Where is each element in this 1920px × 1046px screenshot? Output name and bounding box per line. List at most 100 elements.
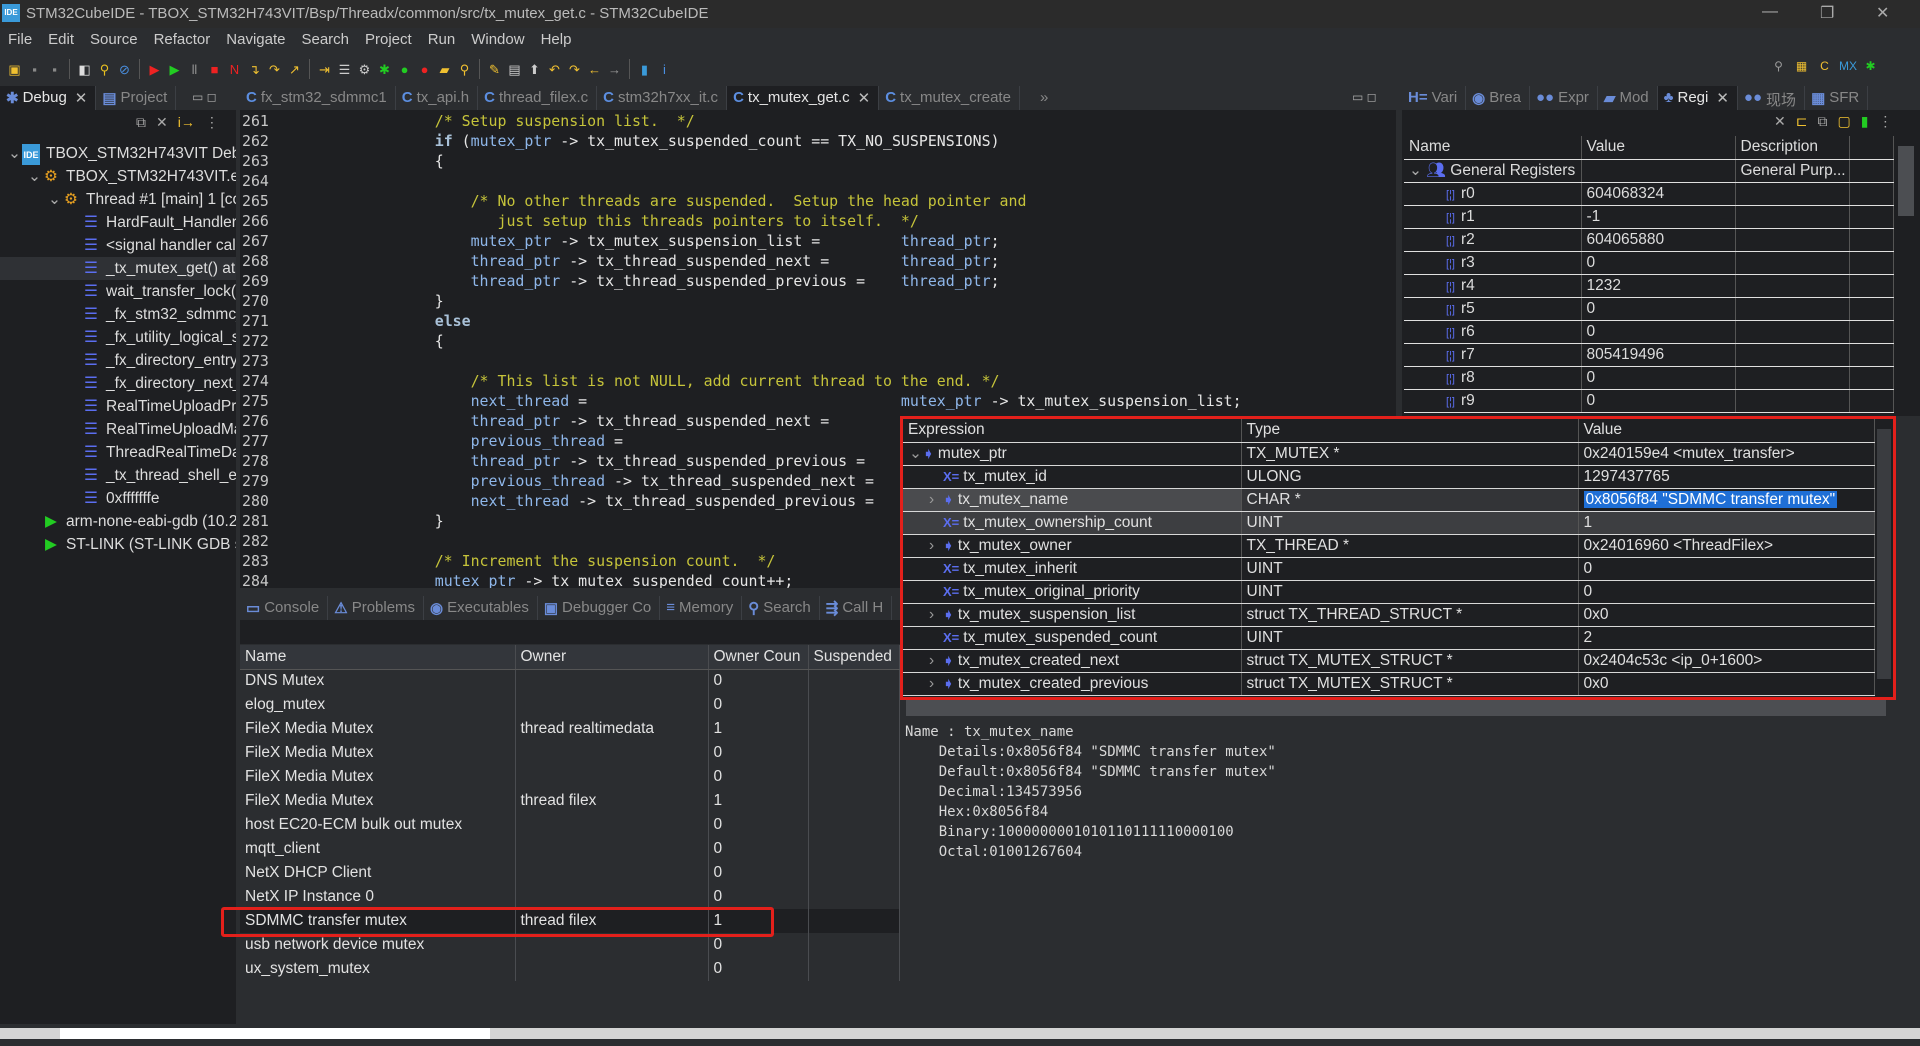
build-icon[interactable]: ◧ [76,61,93,78]
mutex-row[interactable]: usb network device mutex 0 [240,933,900,957]
run-icon[interactable]: ● [396,61,413,78]
memory-icon[interactable]: ☰ [336,61,353,78]
debug-tree-item[interactable]: ☰ RealTimeUploadProcess() [0,395,236,418]
more-tabs-button[interactable]: » [1020,86,1056,110]
mutex-row[interactable]: mqtt_client 0 [240,837,900,861]
expression-row[interactable]: X= tx_mutex_inherit UINT 0 [903,557,1875,581]
disconnect-icon[interactable]: N [226,61,243,78]
register-row[interactable]: [¦] r2 604065880 [1404,228,1894,252]
menu-file[interactable]: File [0,28,40,54]
register-row[interactable]: [¦] r1 -1 [1404,205,1894,229]
column-header-expression[interactable]: Expression [903,419,1242,443]
expression-row[interactable]: X= tx_mutex_ownership_count UINT 1 [903,511,1875,535]
debug-tree-item[interactable]: ☰ wait_transfer_lock() [0,280,236,303]
debug-tree-item[interactable]: ⌄⚙ Thread #1 [main] 1 [core: 0] (Suspende… [0,188,236,211]
debug-tree-item[interactable]: ☰ _tx_mutex_get() at tx_mutex_get.c [0,257,236,280]
debug-tree-item[interactable]: ⌄IDE TBOX_STM32H743VIT Debug [0,142,236,165]
debug-tree-item[interactable]: ☰ <signal handler called>() at 0xffffffe9 [0,234,236,257]
mutex-row[interactable]: NetX IP Instance 0 0 [240,885,900,909]
column-header-name[interactable]: Name [1404,136,1582,160]
back-icon[interactable]: ← [586,61,603,78]
suspend-icon[interactable]: Ⅱ [186,61,203,78]
tab-regi[interactable]: ♣ Regi ✕ [1657,86,1738,110]
expand-chevron-icon[interactable]: › [929,652,943,670]
menu-help[interactable]: Help [533,28,580,54]
expression-value-cell[interactable]: 0x24016960 <ThreadFilex> [1578,534,1875,558]
expression-row[interactable]: X= tx_mutex_suspended_count UINT 2 [903,626,1875,650]
column-header-owner[interactable]: Owner [515,645,709,670]
annotation-icon[interactable]: ▤ [506,61,523,78]
tab-tx-mutex-create[interactable]: Ctx_mutex_create [879,86,1020,110]
settings-icon[interactable]: ⚙ [356,61,373,78]
pin-icon[interactable]: ▮ [1861,113,1869,130]
view-menu-icon[interactable]: ⋮ [205,114,219,131]
tab-debugger-co[interactable]: ▣ Debugger Co [538,596,661,620]
tab-brea[interactable]: ◉ Brea [1466,86,1530,110]
expression-value-cell[interactable]: 0 [1578,557,1875,581]
collapse-chevron-icon[interactable]: ⌄ [1409,162,1426,179]
debug-tree-item[interactable]: ▶ arm-none-eabi-gdb (10.2) [0,510,236,533]
tab-tx-api-h[interactable]: Ctx_api.h [396,86,479,110]
perspective-icon[interactable]: ▦ [1793,58,1810,75]
menu-search[interactable]: Search [293,28,357,54]
skip-breakpoints-icon[interactable]: ⊘ [116,61,133,78]
expand-chevron-icon[interactable]: › [929,491,943,509]
column-header-owner-count[interactable]: Owner Coun [708,645,809,670]
expression-row[interactable]: › ➧ tx_mutex_name CHAR * 0x8056f84 "SDMMC tr… [903,488,1875,512]
tab-item[interactable]: ●● 现场 [1738,86,1806,110]
search-icon[interactable]: ⚲ [456,61,473,78]
external-tools-icon[interactable]: ● [416,61,433,78]
column-header-value[interactable]: Value [1578,419,1875,443]
debug-tree-item[interactable]: ☰ _tx_thread_shell_entry() [0,464,236,487]
tab-search[interactable]: ⚲ Search [742,596,820,620]
register-row[interactable]: [¦] r6 0 [1404,320,1894,344]
menu-refactor[interactable]: Refactor [146,28,219,54]
register-row[interactable]: [¦] r7 805419496 [1404,343,1894,367]
tab-mod[interactable]: ▰ Mod [1598,86,1658,110]
step-into-icon[interactable]: ↴ [246,61,263,78]
close-tab-icon[interactable]: ✕ [75,89,88,110]
remove-icon[interactable]: ✕ [1774,113,1786,130]
debug-perspective-icon[interactable]: ✱ [1862,58,1879,75]
expand-chevron-icon[interactable]: ⌄ [909,444,923,463]
resume-icon[interactable]: ▶ [166,61,183,78]
tab-thread-filex-c[interactable]: Cthread_filex.c [478,86,598,110]
minimize-button[interactable]: — [1762,3,1778,21]
menu-source[interactable]: Source [82,28,146,54]
debug-tree-item[interactable]: ⌄ ⚙ TBOX_STM32H743VIT.elf [0,165,236,188]
debug-tree-item[interactable]: ☰ ThreadRealTimeData() [0,441,236,464]
tab-vari[interactable]: H= Vari [1402,86,1467,110]
tab-sfr[interactable]: ▦ SFR [1805,86,1869,110]
register-row[interactable]: [¦] r4 1232 [1404,274,1894,298]
save-icon[interactable]: ▪ [26,61,43,78]
column-header-name[interactable]: Name [240,645,516,670]
expression-value-cell[interactable]: 0x0 [1578,603,1875,627]
restore-button[interactable]: ❐ [1820,3,1834,23]
column-header-type[interactable]: Type [1241,419,1579,443]
expand-chevron-icon[interactable]: › [929,606,943,624]
mx-perspective-icon[interactable]: MX [1839,58,1857,75]
expression-row[interactable]: X= tx_mutex_original_priority UINT 0 [903,580,1875,604]
expand-chevron-icon[interactable]: › [929,537,943,555]
mutex-row[interactable]: FileX Media Mutex thread realtimedata 1 [240,717,900,741]
debug-config-icon[interactable]: ⚲ [96,61,113,78]
mutex-row[interactable]: ux_system_mutex 0 [240,957,900,981]
tab-stm32h7xx-it-c[interactable]: Cstm32h7xx_it.c [597,86,728,110]
tab-fx-stm32-sdmmc1[interactable]: Cfx_stm32_sdmmc1 [240,86,396,110]
mutex-row[interactable]: FileX Media Mutex thread filex 1 [240,789,900,813]
register-row[interactable]: [¦] r0 604068324 [1404,182,1894,206]
new-group-icon[interactable]: ▢ [1837,113,1850,130]
save-all-icon[interactable]: ▪ [46,61,63,78]
expression-value-cell[interactable]: 1297437765 [1578,465,1875,489]
debug-tree-item[interactable]: ☰ _fx_directory_entry_read() [0,349,236,372]
menu-edit[interactable]: Edit [40,28,82,54]
prev-annotation-icon[interactable]: ↶ [546,61,563,78]
device-icon[interactable]: ▮ [636,61,653,78]
expression-value-cell[interactable]: 0x0 [1578,672,1875,696]
remove-terminated-icon[interactable]: ✕ [156,114,168,131]
expression-value-cell[interactable]: 1 [1578,511,1875,535]
register-row[interactable]: [¦] r8 0 [1404,366,1894,390]
expression-row[interactable]: › ➧ tx_mutex_created_next struct TX_MUTEX_S… [903,649,1875,673]
minimize-view-icon[interactable]: ▭ ◻ [192,90,217,104]
expression-row[interactable]: › ➧ tx_mutex_owner TX_THREAD * 0x24016960 <T… [903,534,1875,558]
